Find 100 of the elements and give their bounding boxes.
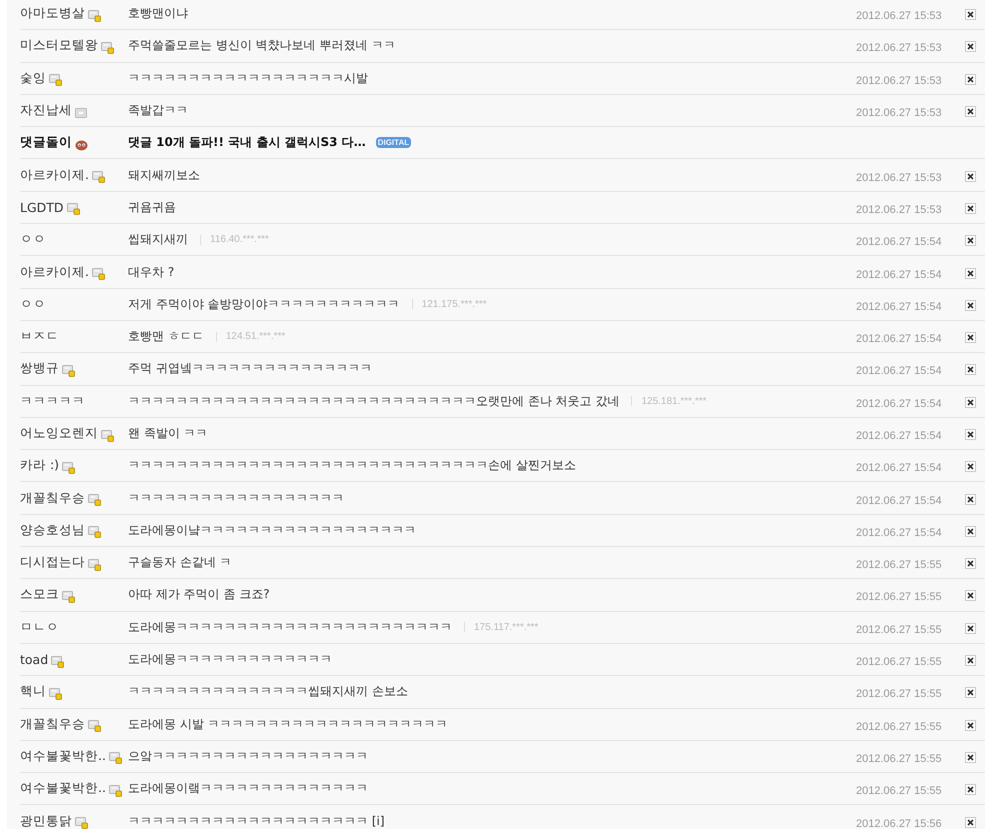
delete-button[interactable] bbox=[965, 364, 976, 376]
card-icon bbox=[88, 526, 101, 538]
close-icon bbox=[967, 463, 974, 470]
card-icon bbox=[108, 784, 122, 797]
delete-button[interactable] bbox=[965, 41, 976, 52]
delete-button[interactable] bbox=[965, 816, 976, 828]
close-icon bbox=[967, 76, 974, 83]
card-icon bbox=[62, 364, 75, 377]
card-icon bbox=[62, 462, 76, 474]
ip-address: 125.181.***.*** bbox=[641, 396, 707, 407]
card-icon bbox=[88, 558, 101, 571]
comment-date: 2012.06.27 15:53 bbox=[856, 10, 942, 22]
author-name: 쌍뱅규 bbox=[20, 360, 59, 378]
ip-address: 121.175.***.*** bbox=[422, 298, 487, 310]
card-icon bbox=[88, 720, 101, 732]
author-name: 여수불꽃박한.. bbox=[20, 780, 106, 798]
comment-text: ㅋㅋㅋㅋㅋㅋㅋㅋㅋㅋㅋㅋㅋㅋㅋㅋㅋㅋㅋㅋ [i] bbox=[128, 812, 385, 830]
comment-date: 2012.06.27 15:54 bbox=[856, 430, 942, 442]
comment-text: 씹돼지새끼 bbox=[128, 231, 188, 248]
comment-text: ㅋㅋㅋㅋㅋㅋㅋㅋㅋㅋㅋㅋㅋㅋㅋㅋㅋㅋㅋㅋㅋㅋㅋㅋㅋㅋㅋㅋㅋㅋ손에 살찐거보소 bbox=[128, 457, 576, 474]
comment-text: 댓글 10개 돌파!! 국내 출시 갤럭시S3 다… bbox=[128, 134, 366, 152]
delete-button[interactable] bbox=[965, 461, 976, 472]
comment-text: 도라에몽이랰ㅋㅋㅋㅋㅋㅋㅋㅋㅋㅋㅋㅋㅋㅋ bbox=[128, 780, 368, 798]
delete-button[interactable] bbox=[965, 494, 976, 505]
delete-button[interactable] bbox=[965, 396, 976, 408]
close-icon bbox=[967, 786, 974, 794]
comment-text: 저게 주먹이야 솥방망이야ㅋㅋㅋㅋㅋㅋㅋㅋㅋㅋㅋ bbox=[128, 296, 400, 313]
delete-button[interactable] bbox=[965, 235, 976, 246]
close-icon bbox=[967, 560, 974, 568]
comment-text: 도라에몽 시발 ㅋㅋㅋㅋㅋㅋㅋㅋㅋㅋㅋㅋㅋㅋㅋㅋㅋㅋㅋㅋ bbox=[128, 716, 448, 733]
delete-button[interactable] bbox=[965, 752, 976, 763]
author-name: ㅇㅇ bbox=[20, 296, 46, 313]
author-name: 아마도병살 bbox=[20, 5, 85, 22]
author-name: 개꼴칰우승 bbox=[20, 716, 85, 733]
delete-button[interactable] bbox=[965, 106, 976, 118]
author-name: 숯잉 bbox=[20, 70, 46, 87]
delete-button[interactable] bbox=[965, 784, 976, 796]
delete-button[interactable] bbox=[965, 202, 976, 214]
author-name: 아르카이제. bbox=[20, 166, 89, 184]
close-icon bbox=[967, 11, 974, 18]
comment-text: 대우차 ? bbox=[128, 264, 174, 281]
close-icon bbox=[967, 270, 974, 277]
delete-button[interactable] bbox=[965, 268, 976, 279]
close-icon bbox=[967, 592, 974, 600]
close-icon bbox=[967, 398, 974, 406]
comment-text: 돼지쌔끼보소 bbox=[128, 166, 200, 184]
author-name: LGDTD bbox=[20, 200, 64, 215]
comment-date: 2012.06.27 15:53 bbox=[856, 107, 942, 120]
author-name: ㅂㅈㄷ bbox=[20, 328, 59, 346]
comment-text: 도라에몽ㅋㅋㅋㅋㅋㅋㅋㅋㅋㅋㅋㅋㅋㅋㅋㅋㅋㅋㅋㅋㅋㅋㅋ bbox=[128, 618, 452, 636]
author-name: 미스터모텔왕 bbox=[20, 37, 98, 54]
close-icon bbox=[967, 818, 974, 826]
comment-text: 족발갑ㅋㅋ bbox=[128, 102, 188, 120]
delete-button[interactable] bbox=[965, 300, 976, 311]
author-name: 디시접는다 bbox=[20, 554, 85, 572]
delete-button[interactable] bbox=[965, 687, 976, 698]
comment-date: 2012.06.27 15:55 bbox=[856, 591, 942, 604]
delete-button[interactable] bbox=[965, 590, 976, 602]
comment-date: 2012.06.27 15:54 bbox=[856, 300, 942, 313]
card-icon bbox=[101, 430, 114, 442]
comment-date: 2012.06.27 15:53 bbox=[856, 204, 942, 216]
comment-text: ㅋㅋㅋㅋㅋㅋㅋㅋㅋㅋㅋㅋㅋㅋㅋㅋㅋㅋ bbox=[128, 490, 344, 507]
comment-text: 호빵맨이냐 bbox=[128, 5, 188, 22]
close-icon bbox=[967, 528, 974, 535]
comment-text: 아따 제가 주먹이 좀 크죠? bbox=[128, 586, 270, 604]
comment-text: ㅋㅋㅋㅋㅋㅋㅋㅋㅋㅋㅋㅋㅋㅋㅋㅋㅋㅋㅋㅋㅋㅋㅋㅋㅋㅋㅋㅋㅋ오랫만에 존나 처웃고 갔네 bbox=[128, 392, 620, 410]
comment-date: 2012.06.27 15:54 bbox=[856, 398, 942, 410]
comment-date: 2012.06.27 15:55 bbox=[856, 720, 942, 733]
comment-date: 2012.06.27 15:55 bbox=[856, 656, 942, 668]
delete-button[interactable] bbox=[965, 170, 976, 182]
author-name: 댓글돌이 bbox=[20, 134, 72, 152]
close-icon bbox=[967, 108, 974, 116]
close-icon bbox=[967, 496, 974, 503]
comment-text: 구슬동자 손같네 ㅋ bbox=[128, 554, 232, 572]
author-name: 아르카이제. bbox=[20, 264, 89, 281]
delete-button[interactable] bbox=[965, 429, 976, 440]
close-icon bbox=[967, 172, 974, 180]
close-icon bbox=[967, 689, 974, 696]
comment-text: 으앜ㅋㅋㅋㅋㅋㅋㅋㅋㅋㅋㅋㅋㅋㅋㅋㅋㅋㅋ bbox=[128, 748, 368, 765]
delete-button[interactable] bbox=[965, 558, 976, 570]
delete-button[interactable] bbox=[965, 720, 976, 731]
card-icon bbox=[92, 268, 105, 280]
category-tag: DIGITAL bbox=[376, 137, 412, 148]
comment-date: 2012.06.27 15:53 bbox=[856, 172, 942, 184]
comment-date: 2012.06.27 15:55 bbox=[856, 752, 942, 765]
close-icon bbox=[967, 722, 974, 729]
comment-text: 주먹쓸줄모르는 병신이 벽챴나보네 뿌러졌네 ㅋㅋ bbox=[128, 37, 396, 54]
delete-button[interactable] bbox=[965, 526, 976, 537]
delete-button[interactable] bbox=[965, 655, 976, 666]
delete-button[interactable] bbox=[965, 622, 976, 634]
ip-address: 116.40.***.*** bbox=[210, 234, 269, 246]
close-icon bbox=[967, 237, 974, 244]
close-icon bbox=[967, 302, 974, 309]
delete-button[interactable] bbox=[965, 74, 976, 85]
comment-date: 2012.06.27 15:53 bbox=[856, 74, 942, 87]
delete-button[interactable] bbox=[965, 332, 976, 344]
delete-button[interactable] bbox=[965, 9, 976, 20]
card-icon bbox=[101, 42, 114, 54]
card-icon bbox=[108, 752, 122, 764]
comment-date: 2012.06.27 15:56 bbox=[856, 818, 942, 830]
